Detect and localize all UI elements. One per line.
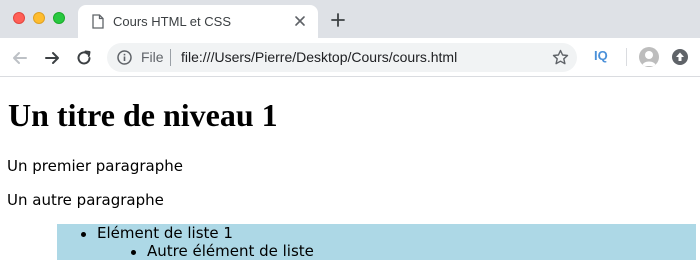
minimize-window-button[interactable] — [33, 12, 45, 24]
document-icon — [92, 14, 104, 29]
bulleted-list: Elément de liste 1 Autre élément de list… — [57, 224, 696, 260]
tab-active[interactable]: Cours HTML et CSS — [78, 5, 318, 38]
zoom-window-button[interactable] — [53, 12, 65, 24]
profile-avatar-icon[interactable] — [639, 47, 659, 67]
back-arrow-icon[interactable] — [11, 49, 29, 67]
tab-title: Cours HTML et CSS — [113, 14, 231, 29]
address-bar[interactable]: File file:///Users/Pierre/Desktop/Cours/… — [107, 43, 577, 72]
divider — [626, 48, 627, 66]
paragraph: Un autre paragraphe — [7, 191, 164, 209]
url-text[interactable]: file:///Users/Pierre/Desktop/Cours/cours… — [181, 49, 457, 65]
list-item: Elément de liste 1 — [97, 224, 233, 242]
divider — [170, 49, 171, 66]
close-window-button[interactable] — [13, 12, 25, 24]
reload-icon[interactable] — [75, 49, 93, 67]
page-heading: Un titre de niveau 1 — [8, 97, 278, 133]
scheme-label: File — [141, 49, 164, 65]
update-menu-icon[interactable] — [671, 48, 689, 66]
star-icon[interactable] — [552, 49, 569, 66]
new-tab-icon[interactable] — [330, 12, 346, 28]
bullet-icon — [81, 232, 86, 237]
page-viewport: Un titre de niveau 1 Un premier paragrap… — [0, 78, 700, 280]
extension-iq-icon[interactable]: IQ — [594, 48, 608, 63]
info-icon[interactable] — [117, 50, 132, 65]
forward-arrow-icon[interactable] — [43, 49, 61, 67]
bullet-icon — [131, 250, 136, 255]
paragraph: Un premier paragraphe — [7, 157, 183, 175]
close-tab-icon[interactable] — [292, 13, 308, 29]
tab-strip: Cours HTML et CSS — [0, 0, 700, 38]
list-item: Autre élément de liste — [147, 242, 314, 260]
